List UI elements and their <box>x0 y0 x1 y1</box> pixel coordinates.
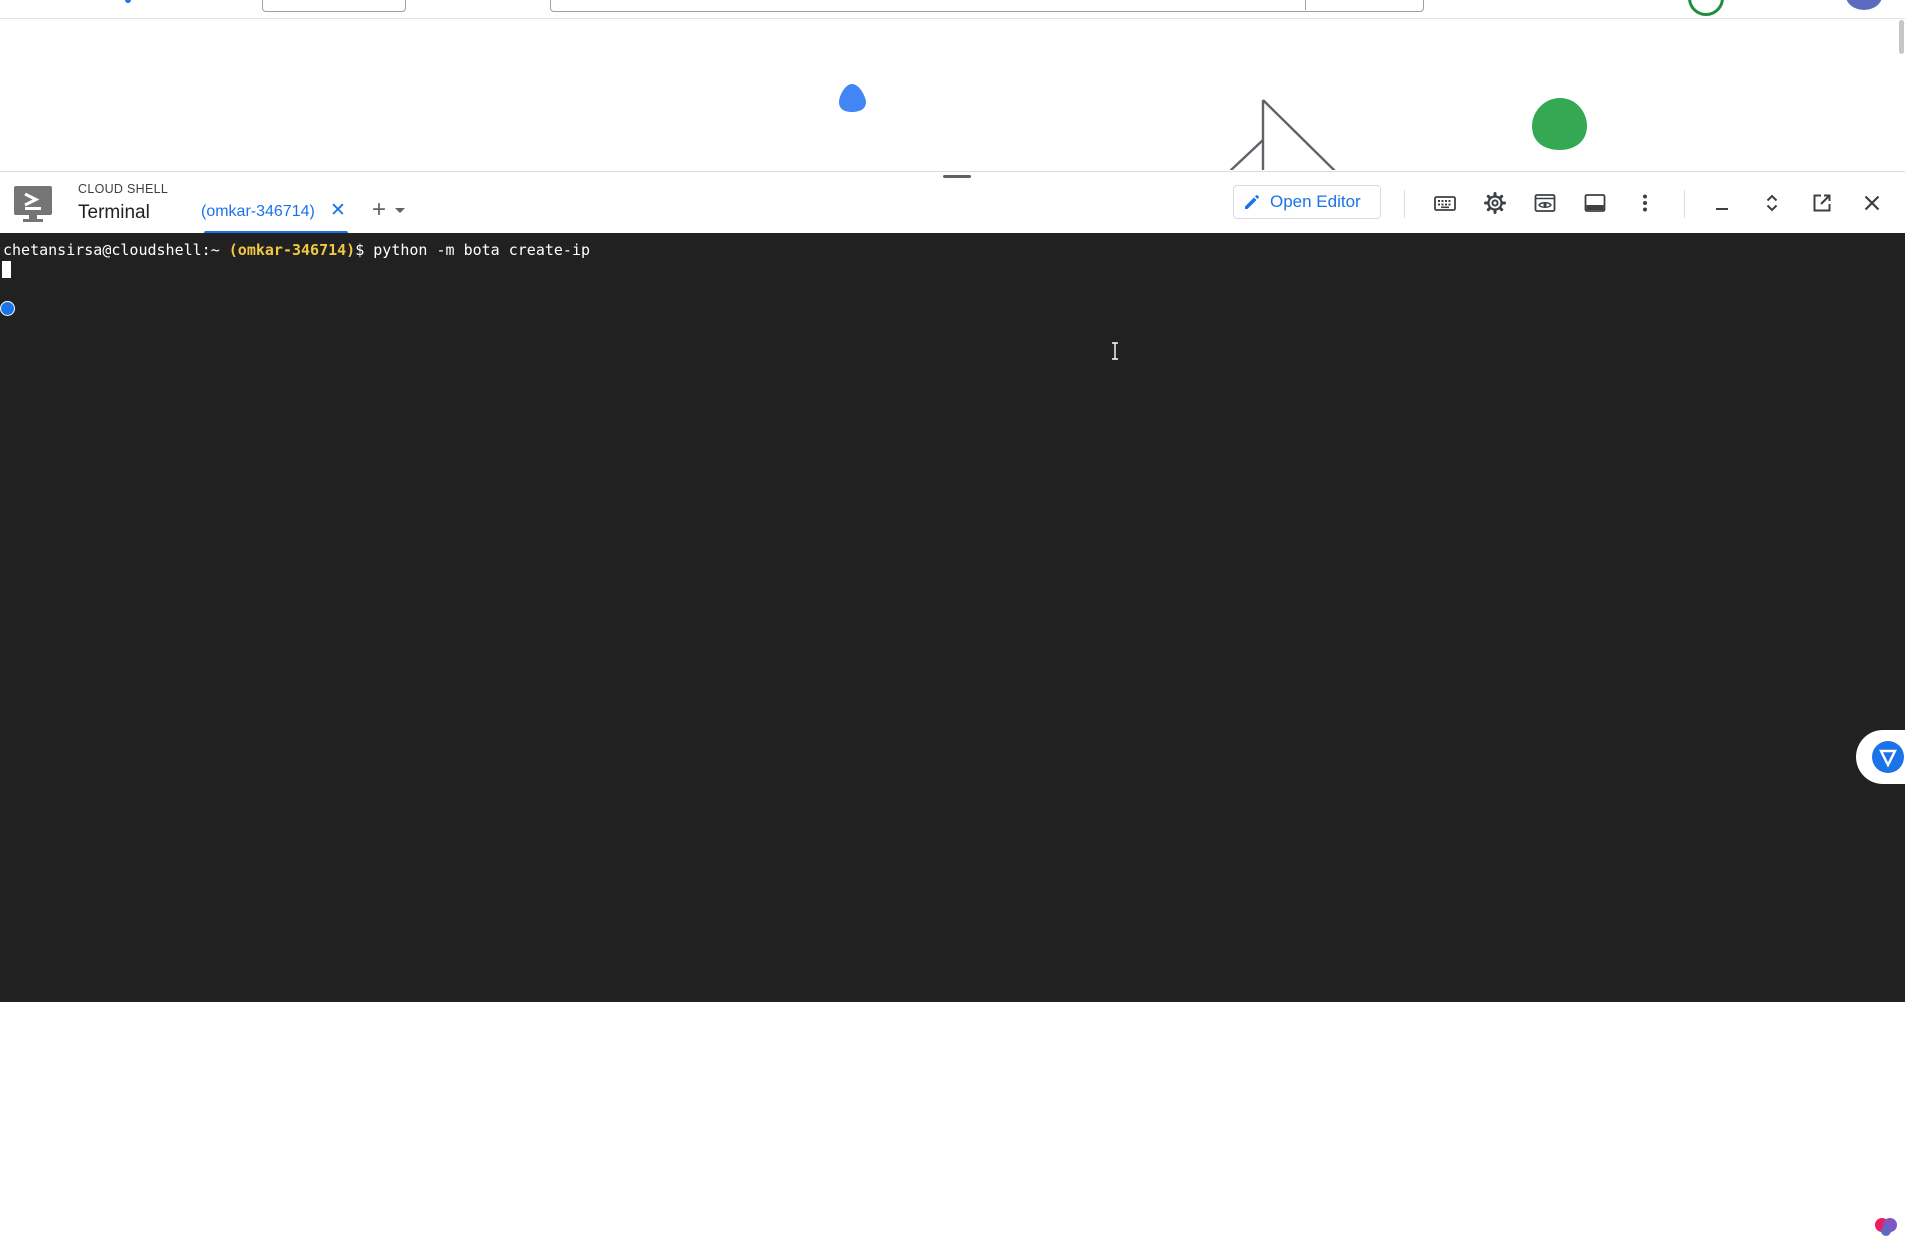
toolbar-divider <box>1404 190 1405 218</box>
open-editor-button[interactable]: Open Editor <box>1233 185 1381 219</box>
panel-title: Terminal <box>78 202 150 223</box>
open-editor-label: Open Editor <box>1270 192 1361 211</box>
close-cloud-shell-button[interactable] <box>1855 186 1889 220</box>
illustration-line-shape <box>1229 99 1336 170</box>
dock-panel-button[interactable] <box>1578 186 1612 220</box>
prompt-user-host: chetansirsa@cloudshell:~ <box>3 241 220 259</box>
more-options-button[interactable] <box>1628 186 1662 220</box>
cloud-shell-icon <box>14 186 52 222</box>
cloud-shell-label: CLOUD SHELL <box>78 182 169 196</box>
tab-omkar-346714[interactable]: (omkar-346714) ✕ <box>201 194 348 234</box>
more-vert-icon <box>1643 194 1647 212</box>
unfold-icon <box>1766 194 1778 212</box>
page-scrollbar[interactable] <box>1899 20 1904 54</box>
chevron-down-icon[interactable] <box>393 200 407 220</box>
vpn-shield-icon <box>1872 741 1904 773</box>
open-in-new-icon <box>1813 194 1831 212</box>
close-icon <box>1864 195 1880 211</box>
console-page-background <box>0 0 1905 170</box>
plus-icon[interactable]: + <box>364 195 394 225</box>
welcome-illustration <box>839 84 1587 170</box>
toolbar-divider <box>1684 190 1685 218</box>
text-cursor-icon <box>1112 342 1118 360</box>
pencil-icon <box>1245 195 1259 209</box>
terminal-cursor <box>2 261 11 278</box>
cloud-shell-header: CLOUD SHELL Terminal (omkar-346714) ✕ + … <box>0 171 1905 234</box>
web-preview-button[interactable] <box>1528 186 1562 220</box>
keyboard-icon <box>1434 196 1456 211</box>
prompt-project: (omkar-346714) <box>228 241 356 259</box>
brain-icon <box>1875 1218 1897 1236</box>
prompt-symbol: $ <box>355 241 365 259</box>
tab-label: (omkar-346714) <box>201 203 315 220</box>
minimize-button[interactable] <box>1705 186 1739 220</box>
web-preview-icon <box>1534 194 1556 212</box>
extension-badge-icon[interactable] <box>0 301 15 316</box>
terminal-command: python -m bota create-ip <box>373 241 591 259</box>
close-icon[interactable]: ✕ <box>330 201 346 221</box>
dock-panel-icon <box>1584 194 1606 212</box>
panel-resize-handle[interactable] <box>943 175 971 178</box>
maximize-button[interactable] <box>1755 186 1789 220</box>
settings-button[interactable] <box>1478 186 1512 220</box>
illustration-green-blob <box>1532 98 1587 150</box>
minimize-icon <box>1716 208 1728 210</box>
assistant-widget[interactable] <box>1852 1203 1905 1243</box>
open-in-new-window-button[interactable] <box>1805 186 1839 220</box>
illustration-blue-blob <box>839 84 866 112</box>
terminal-area[interactable]: chetansirsa@cloudshell:~ (omkar-346714)$… <box>0 233 1905 1243</box>
gear-icon <box>1484 192 1506 214</box>
terminal-prompt-line: chetansirsa@cloudshell:~ (omkar-346714)$… <box>3 241 590 259</box>
side-extension-widget[interactable] <box>1856 730 1905 784</box>
keyboard-button[interactable] <box>1428 186 1462 220</box>
